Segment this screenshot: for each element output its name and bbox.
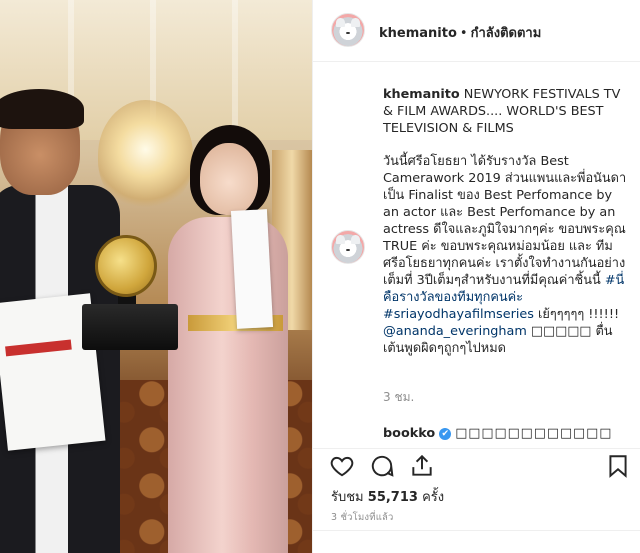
man-hair <box>0 89 84 129</box>
comment-username[interactable]: bookko <box>383 426 435 441</box>
header-username[interactable]: khemanito <box>379 26 457 41</box>
heart-icon[interactable] <box>329 453 355 479</box>
caption-timestamp: 3 ชม. <box>383 390 415 404</box>
comment-row: bookko ✔ □□□□□□□□□□□□ <box>383 426 612 441</box>
instagram-post-view: khemanito • กำลังติดตาม khemanito NEWYORK … <box>0 0 640 553</box>
post-time: 3 ชั่วโมงที่แล้ว <box>331 512 394 523</box>
certificate-right <box>230 209 274 329</box>
woman-head <box>200 143 258 215</box>
avatar-nose <box>346 248 350 252</box>
avatar-ear <box>336 17 345 28</box>
woman-dress <box>168 217 288 553</box>
caption-after-hashtags: เย้ๆๆๆๆๆ !!!!!! <box>533 307 620 322</box>
avatar-ear <box>351 234 360 245</box>
header-separator: • <box>459 26 468 41</box>
caption-boxes: □□□□□ <box>526 324 592 339</box>
bookmark-icon[interactable] <box>605 453 631 479</box>
avatar-nose <box>346 31 350 35</box>
trophy-base <box>82 304 178 350</box>
action-bar <box>313 448 640 482</box>
certificate-stripe <box>5 339 72 357</box>
comment-text: □□□□□□□□□□□□ <box>455 426 613 441</box>
hashtag-link[interactable]: #sriayodhayafilmseries <box>383 307 534 322</box>
caption-username[interactable]: khemanito <box>383 87 460 102</box>
header-text: khemanito • กำลังติดตาม <box>379 22 541 43</box>
caption-avatar[interactable] <box>331 230 365 264</box>
following-button[interactable]: กำลังติดตาม <box>471 26 542 41</box>
avatar-ear <box>351 17 360 28</box>
caption-text: khemanito NEWYORK FESTIVALS TV & FILM AW… <box>383 86 629 373</box>
mention-link[interactable]: @ananda_everingham <box>383 324 527 339</box>
post-side-panel: khemanito • กำลังติดตาม khemanito NEWYORK … <box>312 0 640 553</box>
view-count-suffix: ครั้ง <box>422 490 445 505</box>
view-count-number: 55,713 <box>367 490 418 505</box>
caption-area[interactable]: khemanito NEWYORK FESTIVALS TV & FILM AW… <box>313 62 640 448</box>
view-count[interactable]: รับชม 55,713 ครั้ง <box>331 486 444 507</box>
post-photo[interactable] <box>0 0 312 553</box>
post-header: khemanito • กำลังติดตาม <box>313 0 640 62</box>
view-count-prefix: รับชม <box>331 490 364 505</box>
header-avatar[interactable] <box>331 13 365 47</box>
trophy-medal <box>95 235 157 297</box>
share-icon[interactable] <box>409 453 435 479</box>
caption-body: วันนี้ศรีอโยธยา ได้รับรางวัล Best Camera… <box>383 154 627 288</box>
divider <box>313 530 640 531</box>
woman-figure <box>168 125 298 553</box>
comment-icon[interactable] <box>369 453 395 479</box>
avatar-ear <box>336 234 345 245</box>
verified-badge-icon: ✔ <box>439 427 452 440</box>
